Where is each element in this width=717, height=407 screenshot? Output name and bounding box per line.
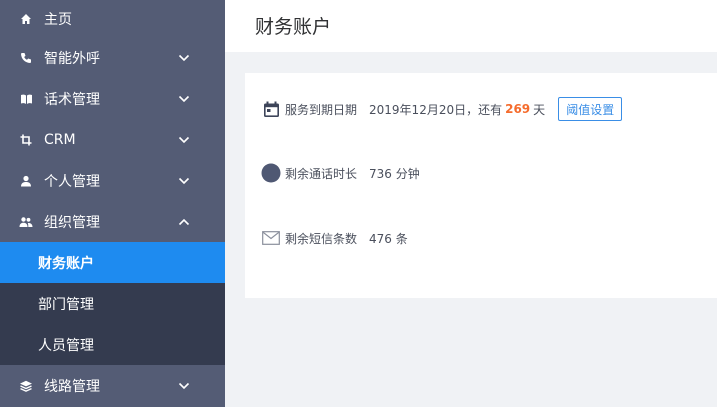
page-title: 财务账户: [255, 16, 332, 38]
sidebar-item-label: CRM: [44, 131, 76, 148]
days-remaining: 269: [505, 102, 531, 116]
chevron-down-icon: [178, 136, 190, 143]
mail-icon: [261, 228, 281, 248]
sidebar: 主页 智能外呼 话术管理 CRM 个人管理 组织管理 财务账户 部门管理 人员管…: [0, 0, 225, 407]
group-icon: [19, 215, 33, 229]
chevron-down-icon: [178, 177, 190, 184]
chevron-down-icon: [178, 54, 190, 61]
sidebar-item-organization[interactable]: 组织管理: [0, 201, 225, 242]
page-header: 财务账户: [225, 0, 717, 52]
main-content: 财务账户 服务到期日期 2019年12月20日，还有 269 天 阈值设置 剩余…: [225, 0, 717, 407]
submenu-item-label: 人员管理: [38, 337, 94, 354]
submenu-item-finance-account[interactable]: 财务账户: [0, 242, 225, 283]
layers-icon: [19, 379, 33, 393]
submenu-item-staff[interactable]: 人员管理: [0, 324, 225, 365]
call-time-row: 剩余通话时长 736 分钟: [261, 162, 420, 184]
service-expiry-label: 服务到期日期: [285, 102, 358, 117]
sidebar-item-label: 线路管理: [44, 378, 100, 395]
sms-row: 剩余短信条数 476 条: [261, 227, 408, 249]
threshold-settings-button[interactable]: 阈值设置: [558, 97, 623, 121]
days-unit: 天: [533, 102, 546, 117]
call-time-value: 736 分钟: [369, 166, 420, 181]
sms-value: 476 条: [369, 231, 408, 246]
user-icon: [19, 174, 33, 188]
sidebar-item-label: 话术管理: [44, 91, 100, 108]
submenu-organization: 财务账户 部门管理 人员管理: [0, 242, 225, 365]
sidebar-item-crm[interactable]: CRM: [0, 119, 225, 160]
submenu-item-departments[interactable]: 部门管理: [0, 283, 225, 324]
book-icon: [19, 92, 33, 106]
sms-label: 剩余短信条数: [285, 231, 358, 246]
sidebar-item-label: 组织管理: [44, 214, 100, 231]
sidebar-item-scripts[interactable]: 话术管理: [0, 78, 225, 119]
crop-icon: [19, 133, 33, 147]
calendar-icon: [261, 99, 281, 119]
service-expiry-row: 服务到期日期 2019年12月20日，还有 269 天 阈值设置: [261, 97, 623, 121]
service-expiry-date: 2019年12月20日，还有: [369, 102, 503, 117]
sidebar-item-personal[interactable]: 个人管理: [0, 160, 225, 201]
sidebar-item-label: 个人管理: [44, 173, 100, 190]
sidebar-item-home[interactable]: 主页: [0, 0, 225, 37]
call-time-label: 剩余通话时长: [285, 166, 358, 181]
chevron-down-icon: [178, 95, 190, 102]
sidebar-item-lines[interactable]: 线路管理: [0, 365, 225, 406]
phone-icon: [19, 51, 33, 65]
sidebar-item-label: 主页: [44, 11, 72, 28]
account-card: 服务到期日期 2019年12月20日，还有 269 天 阈值设置 剩余通话时长 …: [245, 73, 717, 298]
submenu-item-label: 部门管理: [38, 296, 94, 313]
chevron-up-icon: [178, 218, 190, 225]
submenu-item-label: 财务账户: [38, 255, 94, 272]
sidebar-item-outbound[interactable]: 智能外呼: [0, 37, 225, 78]
home-icon: [19, 12, 33, 26]
clock-icon: [261, 163, 281, 183]
sidebar-item-label: 智能外呼: [44, 50, 100, 67]
chevron-down-icon: [178, 382, 190, 389]
